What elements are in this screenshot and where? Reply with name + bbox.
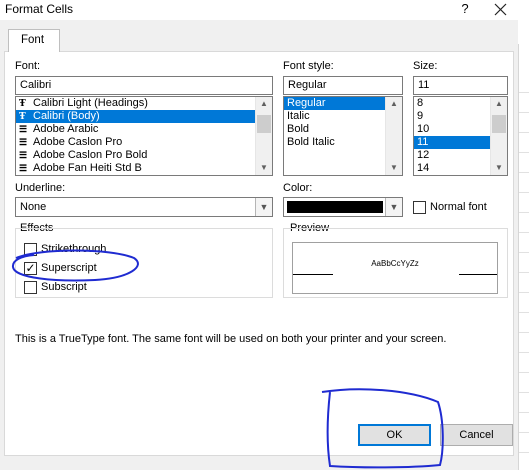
tab-font[interactable]: Font — [8, 29, 60, 52]
annotation-circle-ok — [321, 388, 444, 469]
annotation-circle-superscript — [11, 249, 139, 282]
annotation-overlay — [11, 249, 444, 469]
